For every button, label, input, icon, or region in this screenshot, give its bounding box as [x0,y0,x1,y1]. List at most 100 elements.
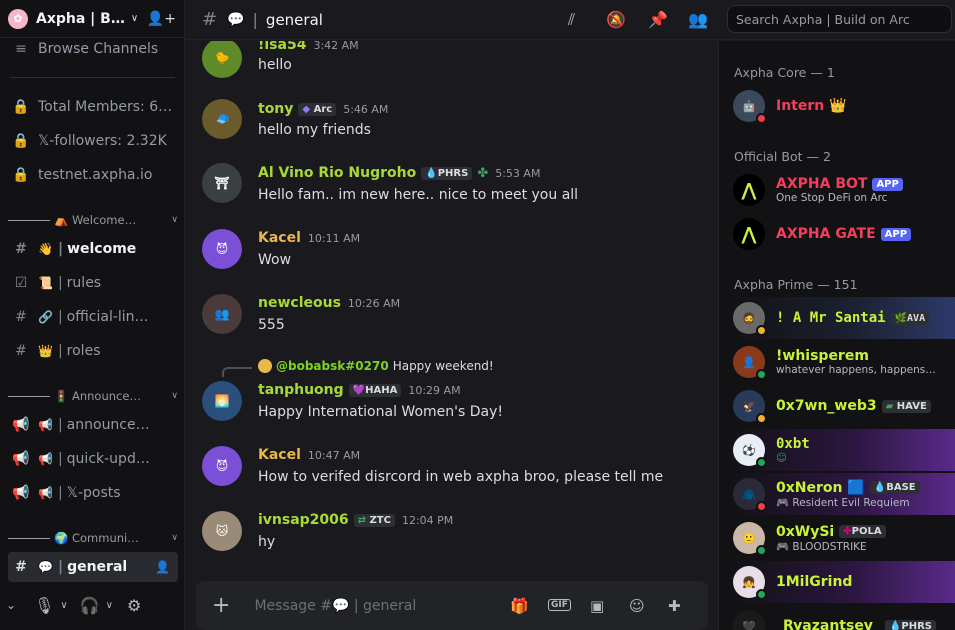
microphone-icon[interactable]: 🎙 [34,596,54,615]
member-item[interactable]: 🤖 Intern 👑 [727,85,955,127]
member-list-icon[interactable]: 👥 [688,10,708,29]
user-controls: ⌄ 🎙 ∨ 🎧 ∨ ⚙ [0,580,185,630]
member-item[interactable]: 👤 !whisperem whatever happens, happens… [727,341,955,383]
sticker-icon[interactable]: ▣ [590,597,604,615]
emoji-icon[interactable]: ☺ [629,597,645,615]
author-name[interactable]: tony [258,101,293,117]
avatar: 🙂 [733,522,767,556]
channel-emoji: 📢 [38,486,53,500]
status-icon[interactable]: ⌄ [6,598,16,612]
browse-channels[interactable]: ≡ Browse Channels [8,34,178,64]
avatar[interactable]: 🧢 [202,99,242,139]
reply-author[interactable]: @bobabsk#0270 [276,359,389,373]
role-tag-label: AVA [907,312,926,324]
megaphone-icon: 📢 [12,485,30,501]
avatar[interactable]: 🌅 [202,381,242,421]
avatar[interactable]: 👥 [202,294,242,334]
channel-x-posts[interactable]: 📢 📢 | 𝕏-posts [8,478,178,508]
channel-announcements[interactable]: 📢 📢 | announce… [8,410,178,440]
message-text: hy [258,534,276,550]
member-group-header: Axpha Prime — 151 [734,277,858,292]
threads-icon[interactable]: ⫽ [568,10,575,30]
gear-icon[interactable]: ⚙ [127,596,141,615]
axpha-logo-icon: ⋀ [733,174,765,206]
message-composer[interactable]: + Message #💬 | general 🎁 GIF ▣ ☺ ✚ [196,581,708,630]
member-item[interactable]: ⋀ AXPHA GATE APP [727,213,955,255]
info-total-members[interactable]: 🔒 Total Members: 6… [8,92,178,122]
author-name[interactable]: ivnsap2006 [258,512,349,528]
message-header: Kacel 10:47 AM [258,447,360,463]
avatar[interactable]: 😈 [202,229,242,269]
invite-user-icon[interactable]: 👤 [155,560,170,574]
apps-icon[interactable]: ✚ [668,597,681,615]
member-item[interactable]: 👧 1MilGrind [727,561,955,603]
message-text: 555 [258,317,285,333]
add-attachment-icon[interactable]: + [212,593,230,618]
member-item[interactable]: 🧔 ! A Mr Santai 🌿AVA [727,297,955,339]
separator: | [57,451,63,467]
channel-quick-updates[interactable]: 📢 📢 | quick-upd… [8,444,178,474]
channel-label: 𝕏-posts [66,485,121,501]
channel-label: welcome [67,241,137,257]
gift-icon[interactable]: 🎁 [510,597,529,615]
status-dnd-icon [756,113,767,124]
mute-bell-icon[interactable]: 🔕 [606,10,626,29]
heart-icon: 💜 [352,384,366,396]
channel-welcome[interactable]: # 👋 | welcome [8,234,178,264]
member-item[interactable]: 🧥 0xNeron 🟦 💧BASE 🎮 Resident Evil Requiem [727,473,955,515]
member-item[interactable]: ⚽ 0xbt ☺ [727,429,955,471]
info-testnet[interactable]: 🔒 testnet.axpha.io [8,160,178,190]
role-tag-label: PHRS [901,620,932,630]
timestamp: 5:53 AM [495,166,541,180]
avatar[interactable]: 🐤 [202,41,242,78]
category-welcome[interactable]: ⛺ Welcome… ∨ [8,213,178,227]
author-name[interactable]: !isa54 [258,41,306,53]
info-x-followers[interactable]: 🔒 𝕏-followers: 2.32K [8,126,178,156]
hashtag-icon: # [202,9,218,30]
role-tag-label: Arc [313,103,333,115]
chevron-down-icon[interactable]: ∨ [106,600,113,611]
separator: | [252,10,258,29]
server-header[interactable]: ✿ Axpha | B… ∨ 👤+ [0,0,184,38]
reply-preview[interactable]: @bobabsk#0270 Happy weekend! [258,359,494,373]
channel-official-links[interactable]: # 🔗 | official-lin… [8,302,178,332]
member-item[interactable]: 🙂 0xWySi ✤POLA 🎮 BLOODSTRIKE [727,517,955,559]
member-item[interactable]: 🦅 0x7wn_web3 ▰ HAVE [727,385,955,427]
timestamp: 3:42 AM [313,41,359,52]
role-tag: ✤POLA [839,525,886,538]
chevron-down-icon[interactable]: ∨ [60,600,67,611]
member-name: 0x7wn_web3 [776,398,877,414]
pin-icon[interactable]: 📌 [648,10,668,29]
author-name[interactable]: Kacel [258,230,301,246]
channel-roles[interactable]: # 👑 | roles [8,336,178,366]
arc-icon: ◆ [302,103,311,115]
avatar[interactable]: ⛩ [202,163,242,203]
channel-general[interactable]: # 💬 | general 👤 [8,552,178,582]
category-community[interactable]: 🌍 Communi… ∨ [8,531,178,545]
search-input[interactable]: Search Axpha | Build on Arc [727,5,952,33]
avatar[interactable]: 🐱 [202,511,242,551]
author-name[interactable]: Kacel [258,447,301,463]
member-item[interactable]: ⋀ AXPHA BOT APP One Stop DeFi on Arc [727,169,955,211]
swap-icon: ⇄ [357,514,367,526]
wallet-icon: ▰ [885,400,894,412]
channel-emoji: 👑 [38,344,53,358]
channel-label: quick-upd… [66,451,150,467]
category-line [8,537,50,539]
avatar[interactable]: 😈 [202,446,242,486]
member-item[interactable]: 🖤 _Ryazantsev_ 💧PHRS [727,605,955,630]
separator: | [57,485,63,501]
category-announcements[interactable]: 🚦 Announce… ∨ [8,389,178,403]
author-name[interactable]: Al Vino Rio Nugroho [258,165,416,181]
member-name: ! A Mr Santai [776,310,886,326]
author-name[interactable]: tanphuong [258,382,344,398]
headphones-icon[interactable]: 🎧 [80,596,100,615]
invite-user-icon[interactable]: 👤+ [147,11,176,27]
status-idle-icon [756,413,767,424]
timestamp: 10:26 AM [347,296,401,310]
gif-icon[interactable]: GIF [548,599,571,611]
author-name[interactable]: newcleous [258,295,341,311]
channel-rules[interactable]: ☑ 📜 | rules [8,268,178,298]
message-text: Hello fam.. im new here.. nice to meet y… [258,187,579,203]
member-name: 0xbt [776,436,810,452]
